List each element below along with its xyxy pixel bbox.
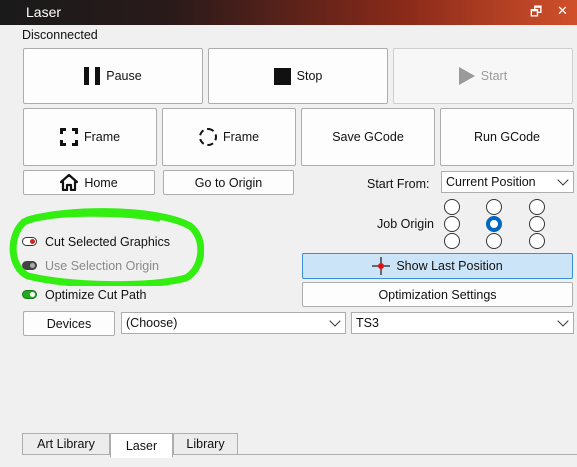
save-gcode-button[interactable]: Save GCode — [301, 108, 435, 166]
tab-library[interactable]: Library — [173, 433, 238, 455]
frame-rectangle-icon — [59, 128, 78, 146]
start-from-value: Current Position — [446, 175, 536, 189]
origin-top-center[interactable] — [486, 199, 502, 215]
start-from-label: Start From: — [367, 177, 430, 191]
run-gcode-label: Run GCode — [473, 130, 540, 144]
pause-icon — [84, 67, 101, 85]
tab-label: Art Library — [37, 437, 95, 451]
float-window-icon[interactable]: 🗗 — [530, 3, 542, 25]
chevron-down-icon — [329, 315, 341, 327]
run-gcode-button[interactable]: Run GCode — [440, 108, 574, 166]
device-choose-select[interactable]: (Choose) — [121, 312, 346, 334]
chevron-down-icon — [557, 315, 569, 327]
home-button[interactable]: Home — [23, 170, 155, 195]
pause-button[interactable]: Pause — [23, 48, 203, 104]
close-icon[interactable]: ✕ — [557, 3, 568, 19]
tab-art-library[interactable]: Art Library — [22, 433, 110, 455]
origin-bottom-center[interactable] — [486, 233, 502, 249]
origin-bottom-left[interactable] — [444, 233, 460, 249]
home-label: Home — [84, 175, 118, 190]
pause-label: Pause — [106, 69, 142, 83]
origin-top-right[interactable] — [529, 199, 545, 215]
origin-top-left[interactable] — [444, 199, 460, 215]
title-bar: Laser 🗗 ✕ — [0, 0, 577, 25]
tab-label: Library — [186, 437, 225, 451]
origin-middle-right[interactable] — [529, 216, 545, 232]
save-gcode-label: Save GCode — [332, 130, 404, 144]
frame-circle-icon — [198, 128, 217, 146]
start-from-select[interactable]: Current Position — [441, 171, 574, 193]
tab-laser[interactable]: Laser — [110, 433, 173, 458]
frame-circle-button[interactable]: Frame — [162, 108, 296, 166]
frame-rect-button[interactable]: Frame — [23, 108, 157, 166]
optimize-cut-path-toggle[interactable] — [22, 290, 37, 299]
home-icon — [60, 174, 79, 191]
stop-label: Stop — [296, 69, 323, 83]
window-title: Laser — [26, 4, 62, 20]
devices-button[interactable]: Devices — [23, 311, 115, 336]
device-profile-select[interactable]: TS3 — [351, 312, 574, 334]
frame-circle-label: Frame — [222, 130, 260, 144]
cut-selected-toggle[interactable] — [22, 237, 37, 246]
device-choose-value: (Choose) — [126, 316, 178, 330]
toggle-knob — [30, 239, 35, 244]
use-selection-origin-label: Use Selection Origin — [45, 259, 159, 273]
use-selection-origin-toggle[interactable] — [22, 261, 37, 270]
frame-rect-label: Frame — [83, 130, 121, 144]
toggle-knob — [30, 263, 35, 268]
origin-bottom-right[interactable] — [529, 233, 545, 249]
optimize-cut-path-label: Optimize Cut Path — [45, 288, 147, 302]
origin-middle-center[interactable] — [486, 216, 502, 232]
go-to-origin-button[interactable]: Go to Origin — [163, 170, 294, 195]
tab-label: Laser — [125, 438, 158, 453]
start-label: Start — [480, 69, 508, 83]
go-to-origin-label: Go to Origin — [194, 175, 263, 190]
chevron-down-icon — [557, 174, 569, 186]
origin-middle-left[interactable] — [444, 216, 460, 232]
play-icon — [458, 67, 475, 85]
connection-status: Disconnected — [22, 28, 98, 42]
show-last-position-label: Show Last Position — [396, 259, 503, 273]
stop-icon — [273, 67, 291, 85]
optimization-settings-label: Optimization Settings — [378, 287, 497, 302]
cut-selected-label: Cut Selected Graphics — [45, 235, 171, 249]
crosshair-icon — [372, 257, 391, 275]
stop-button[interactable]: Stop — [208, 48, 388, 104]
start-button[interactable]: Start — [393, 48, 573, 104]
devices-label: Devices — [46, 316, 92, 331]
show-last-position-button[interactable]: Show Last Position — [302, 253, 573, 279]
device-profile-value: TS3 — [356, 316, 379, 330]
optimization-settings-button[interactable]: Optimization Settings — [302, 282, 573, 307]
job-origin-label: Job Origin — [377, 217, 434, 231]
toggle-knob — [30, 292, 35, 297]
